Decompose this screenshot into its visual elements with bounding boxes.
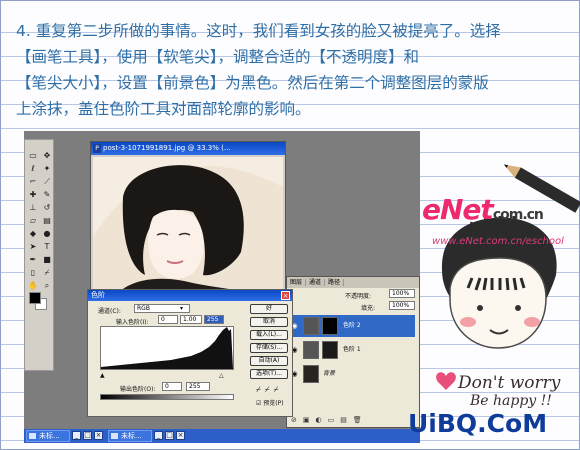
input-white-field[interactable]: 255 <box>204 315 224 324</box>
document-window: post-3-1071991891.jpg @ 33.3% (... <box>90 141 286 301</box>
input-sliders[interactable]: ▲ △ <box>100 372 224 379</box>
minimize-icon[interactable]: _ <box>72 431 81 440</box>
eyedropper-icons[interactable]: ⌿⌿⌿ <box>256 385 282 395</box>
input-black-field[interactable]: 0 <box>158 315 178 324</box>
instruction-text: 4. 重复第二步所做的事情。这时，我们看到女孩的脸又被提亮了。选择 【画笔工具】… <box>16 18 572 122</box>
lasso-tool-icon[interactable]: ℓ <box>27 163 39 174</box>
minimize-icon[interactable]: _ <box>154 431 163 440</box>
instruction-line: 4. 重复第二步所做的事情。这时，我们看到女孩的脸又被提亮了。选择 <box>16 22 501 40</box>
input-gamma-field[interactable]: 1.00 <box>180 315 202 324</box>
gradient-tool-icon[interactable]: ▤ <box>41 215 53 226</box>
layer-mask-thumbnail[interactable] <box>322 341 338 359</box>
load-button[interactable]: 载入(L)... <box>250 330 288 340</box>
stamp-tool-icon[interactable]: ⊥ <box>27 202 39 213</box>
cancel-button[interactable]: 取消 <box>250 317 288 327</box>
opacity-field[interactable]: 100% <box>389 289 415 298</box>
instruction-line: 【画笔工具】，使用【软笔尖】，调整合适的【不透明度】和 <box>16 48 420 66</box>
eraser-tool-icon[interactable]: ▱ <box>27 215 39 226</box>
output-levels-label: 输出色阶(O): <box>120 386 156 393</box>
shape-tool-icon[interactable]: ■ <box>41 254 53 265</box>
tab-paths[interactable]: 路径 <box>325 279 345 286</box>
output-black-field[interactable]: 0 <box>162 382 182 391</box>
hand-tool-icon[interactable]: ✋ <box>27 280 39 291</box>
layer-name: 背景 <box>323 370 336 377</box>
channel-label: 通道(C): <box>98 308 121 315</box>
slice-tool-icon[interactable]: ⟋ <box>41 176 53 187</box>
levels-dialog: 色阶 × 通道(C): RGB ▾ 输入色阶(I): 0 1.00 255 ▲ … <box>87 289 293 417</box>
crop-tool-icon[interactable]: ⌐ <box>27 176 39 187</box>
blur-tool-icon[interactable]: ◆ <box>27 228 39 239</box>
portrait-photo <box>93 157 283 299</box>
zoom-tool-icon[interactable]: ⌕ <box>41 280 53 291</box>
layer-row-levels-1[interactable]: ◉ 色阶 1 <box>289 339 415 361</box>
path-select-icon[interactable]: ➤ <box>27 241 39 252</box>
auto-button[interactable]: 自动(A) <box>250 356 288 366</box>
tab-layers[interactable]: 图层 <box>287 279 307 286</box>
pen-tool-icon[interactable]: ✒ <box>27 254 39 265</box>
tab-channels[interactable]: 通道 <box>306 279 326 286</box>
close-icon[interactable]: × <box>176 431 185 440</box>
opacity-label: 不透明度: <box>345 293 372 300</box>
histogram <box>100 326 234 370</box>
dont-worry-text: Don't worry <box>458 373 561 393</box>
save-button[interactable]: 存储(S)... <box>250 343 288 353</box>
magic-wand-icon[interactable]: ✦ <box>41 163 53 174</box>
fill-field[interactable]: 100% <box>389 301 415 310</box>
fill-label: 填充: <box>361 305 376 312</box>
background-thumbnail <box>303 365 319 383</box>
layer-row-levels-2[interactable]: ◉ 色阶 2 <box>289 315 415 337</box>
instruction-line: 上涂抹，盖住色阶工具对面部轮廓的影响。 <box>16 100 311 118</box>
dodge-tool-icon[interactable]: ● <box>41 228 53 239</box>
move-tool-icon[interactable]: ✥ <box>41 150 53 161</box>
notes-tool-icon[interactable]: ▯ <box>27 267 39 278</box>
healing-brush-icon[interactable]: ✚ <box>27 189 39 200</box>
adjustment-layer-icon <box>303 317 319 335</box>
be-happy-text: Be happy !! <box>470 393 552 409</box>
options-button[interactable]: 选项(T)... <box>250 369 288 379</box>
chevron-down-icon[interactable]: ▾ <box>180 305 183 312</box>
adjustment-layer-icon <box>303 341 319 359</box>
site-watermark: UiBQ.CoM <box>408 409 548 438</box>
input-levels-label: 输入色阶(I): <box>116 319 149 326</box>
history-brush-icon[interactable]: ↺ <box>41 202 53 213</box>
layer-name: 色阶 2 <box>343 322 361 329</box>
close-icon[interactable]: × <box>94 431 103 440</box>
output-gradient[interactable] <box>100 394 234 400</box>
preview-label: 预览(P) <box>263 400 284 407</box>
maximize-icon[interactable]: □ <box>83 431 92 440</box>
type-tool-icon[interactable]: T <box>41 241 53 252</box>
levels-dialog-title: 色阶 <box>88 290 292 301</box>
eyedropper-icon[interactable]: ⌿ <box>41 267 53 278</box>
taskbar: 未标... _ □ × 未标... _ □ × <box>24 429 420 443</box>
document-title[interactable]: post-3-1071991891.jpg @ 33.3% (... <box>91 142 285 155</box>
layer-row-background[interactable]: ◉ 背景 <box>289 363 415 385</box>
taskbar-item[interactable]: 未标... <box>26 430 70 442</box>
layer-name: 色阶 1 <box>343 346 361 353</box>
layer-mask-thumbnail[interactable] <box>322 317 338 335</box>
marquee-tool-icon[interactable]: ▭ <box>27 150 39 161</box>
close-icon[interactable]: × <box>281 291 290 300</box>
instruction-line: 【笔尖大小】，设置【前景色】为黑色。然后在第二个调整图层的蒙版 <box>16 74 489 92</box>
taskbar-item[interactable]: 未标... <box>108 430 152 442</box>
enet-brand: eNet <box>422 193 494 226</box>
ok-button[interactable]: 好 <box>250 304 288 314</box>
layer-actions-icons[interactable]: ⊘▣◐▭▤🗑 <box>291 416 368 424</box>
preview-checkbox[interactable]: ☑ 预览(P) <box>256 398 284 407</box>
layers-panel: 图层 通道 路径 不透明度: 100% 填充: 100% ◉ 色阶 2 ◉ 色阶 1… <box>286 276 420 428</box>
maximize-icon[interactable]: □ <box>165 431 174 440</box>
foreground-color-swatch[interactable] <box>29 292 41 304</box>
enet-brand-suffix: com.cn <box>492 207 544 223</box>
output-white-field[interactable]: 255 <box>186 382 210 391</box>
brush-tool-icon[interactable]: ✎ <box>41 189 53 200</box>
layers-panel-tabs: 图层 通道 路径 <box>287 277 419 288</box>
photoshop-screenshot: ▭ ✥ ℓ ✦ ⌐ ⟋ ✚ ✎ ⊥ ↺ ▱ ▤ ◆ ● ➤ T ✒ ■ ▯ ⌿ … <box>24 131 420 443</box>
enet-logo: eNetcom.cn <box>422 193 544 226</box>
enet-url: www.eNet.com.cn/eschool <box>432 236 564 247</box>
tool-palette: ▭ ✥ ℓ ✦ ⌐ ⟋ ✚ ✎ ⊥ ↺ ▱ ▤ ◆ ● ➤ T ✒ ■ ▯ ⌿ … <box>24 139 54 371</box>
